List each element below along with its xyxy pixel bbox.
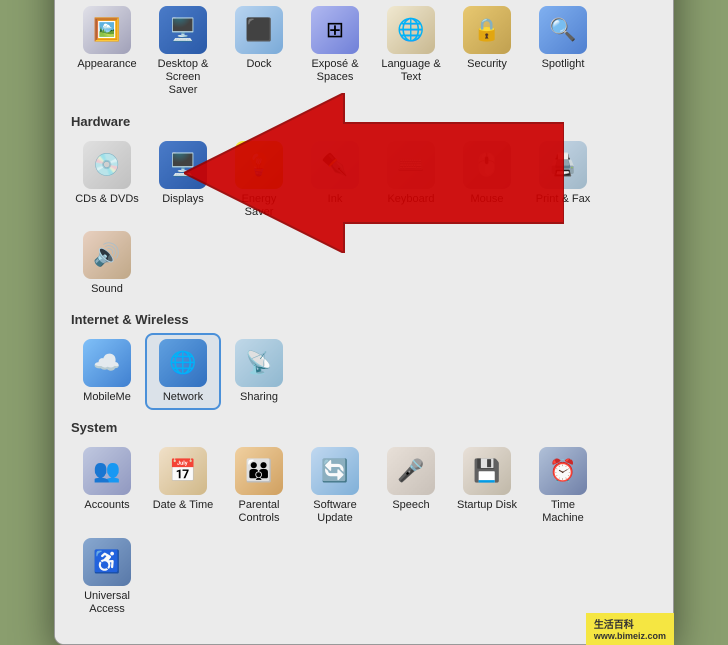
- pref-dock[interactable]: ⬛ Dock: [223, 2, 295, 102]
- pref-appearance[interactable]: 🖼️ Appearance: [71, 2, 143, 102]
- mobileme-label: MobileMe: [83, 391, 131, 404]
- pref-printfax[interactable]: 🖨️ Print & Fax: [527, 137, 599, 223]
- pref-timemachine[interactable]: ⏰ Time Machine: [527, 443, 599, 529]
- accounts-icon: 👥: [83, 447, 131, 495]
- pref-energy[interactable]: 💡 Energy Saver: [223, 137, 295, 223]
- hardware-grid: 💿 CDs & DVDs 🖥️ Displays 💡 Energy Saver …: [71, 137, 657, 301]
- pref-mobileme[interactable]: ☁️ MobileMe: [71, 335, 143, 408]
- sound-label: Sound: [91, 283, 123, 296]
- desktop-icon: 🖥️: [159, 6, 207, 54]
- energy-icon: 💡: [235, 141, 283, 189]
- pref-ink[interactable]: ✒️ Ink: [299, 137, 371, 223]
- appearance-icon: 🖼️: [83, 6, 131, 54]
- pref-network[interactable]: 🌐 Network: [147, 335, 219, 408]
- preferences-content: Personal 🖼️ Appearance 🖥️ Desktop & Scre…: [55, 0, 673, 644]
- keyboard-icon: ⌨️: [387, 141, 435, 189]
- parental-label: Parental Controls: [227, 499, 291, 525]
- pref-security[interactable]: 🔒 Security: [451, 2, 523, 102]
- spotlight-label: Spotlight: [542, 58, 585, 71]
- network-label: Network: [163, 391, 203, 404]
- sharing-label: Sharing: [240, 391, 278, 404]
- watermark: 生活百科 www.bimeiz.com: [586, 613, 674, 645]
- expose-icon: ⊞: [311, 6, 359, 54]
- timemachine-icon: ⏰: [539, 447, 587, 495]
- section-title-internet: Internet & Wireless: [71, 312, 657, 327]
- cds-label: CDs & DVDs: [75, 193, 139, 206]
- language-icon: 🌐: [387, 6, 435, 54]
- timemachine-label: Time Machine: [531, 499, 595, 525]
- pref-universal[interactable]: ♿ Universal Access: [71, 534, 143, 620]
- security-icon: 🔒: [463, 6, 511, 54]
- pref-cds[interactable]: 💿 CDs & DVDs: [71, 137, 143, 223]
- displays-icon: 🖥️: [159, 141, 207, 189]
- parental-icon: 👪: [235, 447, 283, 495]
- datetime-icon: 📅: [159, 447, 207, 495]
- startup-icon: 💾: [463, 447, 511, 495]
- universal-label: Universal Access: [75, 590, 139, 616]
- universal-icon: ♿: [83, 538, 131, 586]
- pref-mouse[interactable]: 🖱️ Mouse: [451, 137, 523, 223]
- system-preferences-window: System Preferences ◀ ▶ Show All 🔍 Person…: [54, 0, 674, 645]
- keyboard-label: Keyboard: [387, 193, 434, 206]
- accounts-label: Accounts: [84, 499, 129, 512]
- sharing-icon: 📡: [235, 339, 283, 387]
- pref-sound[interactable]: 🔊 Sound: [71, 227, 143, 300]
- pref-sharing[interactable]: 📡 Sharing: [223, 335, 295, 408]
- pref-displays[interactable]: 🖥️ Displays: [147, 137, 219, 223]
- startup-label: Startup Disk: [457, 499, 517, 512]
- network-icon: 🌐: [159, 339, 207, 387]
- pref-accounts[interactable]: 👥 Accounts: [71, 443, 143, 529]
- pref-software[interactable]: 🔄 Software Update: [299, 443, 371, 529]
- personal-grid: 🖼️ Appearance 🖥️ Desktop & Screen Saver …: [71, 2, 657, 102]
- printfax-icon: 🖨️: [539, 141, 587, 189]
- appearance-label: Appearance: [77, 58, 136, 71]
- software-label: Software Update: [303, 499, 367, 525]
- sound-icon: 🔊: [83, 231, 131, 279]
- language-label: Language & Text: [379, 58, 443, 84]
- dock-label: Dock: [246, 58, 271, 71]
- pref-startup[interactable]: 💾 Startup Disk: [451, 443, 523, 529]
- mobileme-icon: ☁️: [83, 339, 131, 387]
- pref-parental[interactable]: 👪 Parental Controls: [223, 443, 295, 529]
- expose-label: Exposé & Spaces: [303, 58, 367, 84]
- system-grid: 👥 Accounts 📅 Date & Time 👪 Parental Cont…: [71, 443, 657, 620]
- datetime-label: Date & Time: [153, 499, 214, 512]
- pref-spotlight[interactable]: 🔍 Spotlight: [527, 2, 599, 102]
- pref-speech[interactable]: 🎤 Speech: [375, 443, 447, 529]
- dock-icon: ⬛: [235, 6, 283, 54]
- mouse-icon: 🖱️: [463, 141, 511, 189]
- spotlight-icon: 🔍: [539, 6, 587, 54]
- ink-icon: ✒️: [311, 141, 359, 189]
- pref-keyboard[interactable]: ⌨️ Keyboard: [375, 137, 447, 223]
- section-title-hardware: Hardware: [71, 114, 657, 129]
- printfax-label: Print & Fax: [536, 193, 590, 206]
- mouse-label: Mouse: [470, 193, 503, 206]
- software-icon: 🔄: [311, 447, 359, 495]
- ink-label: Ink: [328, 193, 343, 206]
- section-title-system: System: [71, 420, 657, 435]
- displays-label: Displays: [162, 193, 204, 206]
- energy-label: Energy Saver: [227, 193, 291, 219]
- pref-datetime[interactable]: 📅 Date & Time: [147, 443, 219, 529]
- security-label: Security: [467, 58, 507, 71]
- speech-label: Speech: [392, 499, 429, 512]
- internet-grid: ☁️ MobileMe 🌐 Network 📡 Sharing: [71, 335, 657, 408]
- pref-expose[interactable]: ⊞ Exposé & Spaces: [299, 2, 371, 102]
- speech-icon: 🎤: [387, 447, 435, 495]
- cds-icon: 💿: [83, 141, 131, 189]
- pref-language[interactable]: 🌐 Language & Text: [375, 2, 447, 102]
- desktop-label: Desktop & Screen Saver: [151, 58, 215, 98]
- pref-desktop[interactable]: 🖥️ Desktop & Screen Saver: [147, 2, 219, 102]
